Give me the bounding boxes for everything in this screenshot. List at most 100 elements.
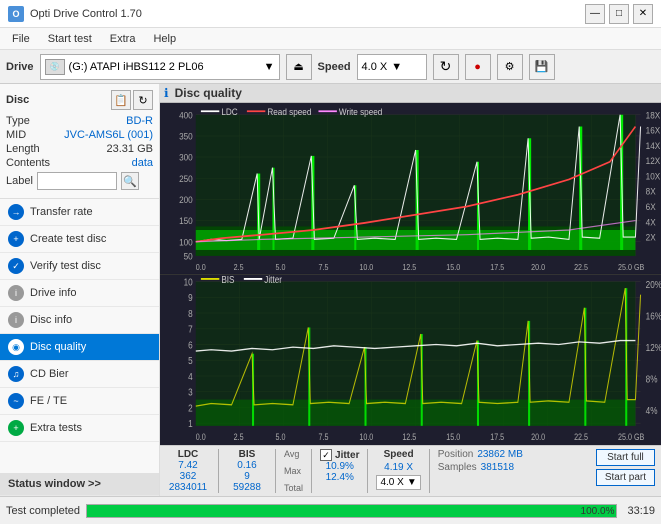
create-test-disc-icon: + [8, 231, 24, 247]
bis-header: BIS [239, 449, 256, 460]
status-window-button[interactable]: Status window >> [0, 473, 159, 496]
svg-text:16X: 16X [646, 125, 661, 136]
speed-label: Speed [318, 61, 351, 73]
svg-text:22.5: 22.5 [574, 263, 588, 273]
panel-header: ℹ Disc quality [160, 84, 661, 103]
app-icon: O [8, 6, 24, 22]
disc-copy-icon[interactable]: 📋 [111, 90, 131, 110]
fe-te-icon: ~ [8, 393, 24, 409]
svg-text:6: 6 [188, 338, 193, 350]
speed-stat-selector[interactable]: 4.0 X ▼ [376, 475, 420, 490]
svg-text:16%: 16% [646, 309, 661, 321]
transfer-rate-label: Transfer rate [30, 206, 93, 218]
jitter-checkbox[interactable]: ✓ [320, 449, 332, 461]
verify-test-disc-label: Verify test disc [30, 260, 101, 272]
svg-text:8%: 8% [646, 372, 658, 384]
speed-dropdown-arrow: ▼ [391, 61, 402, 73]
svg-text:10.0: 10.0 [359, 263, 373, 273]
menu-help[interactable]: Help [145, 31, 184, 47]
ldc-chart-svg: 400 350 300 250 200 150 100 50 18X 16X 1… [160, 103, 661, 274]
sidebar-item-transfer-rate[interactable]: → Transfer rate [0, 199, 159, 226]
disc-button[interactable]: ● [465, 54, 491, 80]
sidebar-item-disc-quality[interactable]: ◉ Disc quality [0, 334, 159, 361]
svg-text:9: 9 [188, 291, 193, 303]
drive-selector[interactable]: 💿 (G:) ATAPI iHBS112 2 PL06 ▼ [40, 54, 280, 80]
disc-label-edit-button[interactable]: 🔍 [121, 172, 139, 190]
svg-text:20%: 20% [646, 278, 661, 290]
menu-file[interactable]: File [4, 31, 38, 47]
extra-tests-label: Extra tests [30, 422, 82, 434]
ldc-avg: 7.42 [178, 460, 197, 471]
svg-text:20.0: 20.0 [531, 432, 545, 442]
start-part-button[interactable]: Start part [596, 469, 655, 486]
title-bar-left: O Opti Drive Control 1.70 [8, 6, 142, 22]
svg-text:25.0 GB: 25.0 GB [618, 263, 644, 273]
refresh-button[interactable]: ↻ [433, 54, 459, 80]
svg-text:1: 1 [188, 417, 193, 429]
disc-label-input[interactable] [37, 172, 117, 190]
save-button[interactable]: 💾 [529, 54, 555, 80]
sidebar-item-verify-test-disc[interactable]: ✓ Verify test disc [0, 253, 159, 280]
ldc-max: 362 [180, 471, 197, 482]
drive-dropdown-arrow: ▼ [264, 61, 275, 73]
bis-stats: BIS 0.16 9 59288 [227, 449, 267, 493]
svg-text:100: 100 [179, 237, 193, 248]
menu-start-test[interactable]: Start test [40, 31, 100, 47]
speed-selector[interactable]: 4.0 X ▼ [357, 54, 427, 80]
divider4 [367, 449, 368, 493]
divider1 [218, 449, 219, 493]
disc-label-row: Label 🔍 [6, 170, 153, 192]
minimize-button[interactable]: — [585, 4, 605, 24]
disc-panel-header: Disc 📋 ↻ [6, 90, 153, 110]
svg-text:20.0: 20.0 [531, 263, 545, 273]
menu-extra[interactable]: Extra [102, 31, 144, 47]
divider5 [429, 449, 430, 493]
menu-bar: File Start test Extra Help [0, 28, 661, 50]
close-button[interactable]: ✕ [633, 4, 653, 24]
progress-fill [87, 505, 616, 517]
svg-text:200: 200 [179, 194, 193, 205]
disc-contents-row: Contents data [6, 156, 153, 170]
svg-text:2.5: 2.5 [234, 263, 244, 273]
bis-total: 59288 [233, 482, 261, 493]
sidebar-item-create-test-disc[interactable]: + Create test disc [0, 226, 159, 253]
sidebar-item-disc-info[interactable]: i Disc info [0, 307, 159, 334]
disc-info-icon: i [8, 312, 24, 328]
svg-text:4: 4 [188, 369, 193, 381]
eject-button[interactable]: ⏏ [286, 54, 312, 80]
speed-stats: Speed 4.19 X 4.0 X ▼ [376, 449, 420, 493]
svg-text:7: 7 [188, 322, 193, 334]
disc-length-label: Length [6, 143, 40, 155]
drive-disc-icon: 💿 [45, 59, 65, 75]
disc-panel-title: Disc [6, 94, 29, 106]
sidebar-item-extra-tests[interactable]: + Extra tests [0, 415, 159, 442]
time-display: 33:19 [627, 505, 655, 517]
sidebar-item-drive-info[interactable]: i Drive info [0, 280, 159, 307]
bis-avg: 0.16 [237, 460, 256, 471]
svg-text:25.0 GB: 25.0 GB [618, 432, 645, 442]
stats-labels: Avg Max Total [284, 449, 303, 493]
verify-test-disc-icon: ✓ [8, 258, 24, 274]
settings-button[interactable]: ⚙ [497, 54, 523, 80]
sidebar-item-cd-bier[interactable]: ♫ CD Bier [0, 361, 159, 388]
position-val: 23862 MB [477, 449, 523, 460]
ldc-chart: 400 350 300 250 200 150 100 50 18X 16X 1… [160, 103, 661, 275]
start-full-button[interactable]: Start full [596, 449, 655, 466]
svg-text:5.0: 5.0 [276, 263, 286, 273]
maximize-button[interactable]: □ [609, 4, 629, 24]
svg-text:10X: 10X [646, 171, 661, 182]
disc-quality-label: Disc quality [30, 341, 86, 353]
panel-title: Disc quality [175, 86, 242, 100]
transfer-rate-icon: → [8, 204, 24, 220]
status-text: Test completed [6, 505, 80, 517]
content-area: ℹ Disc quality [160, 84, 661, 496]
disc-mid-label: MID [6, 129, 26, 141]
status-window-label: Status window >> [8, 478, 101, 490]
sidebar-item-fe-te[interactable]: ~ FE / TE [0, 388, 159, 415]
svg-text:BIS: BIS [221, 275, 234, 285]
svg-text:6X: 6X [646, 201, 656, 212]
disc-refresh-icon[interactable]: ↻ [133, 90, 153, 110]
bis-chart-svg: 10 9 8 7 6 5 4 3 2 1 20% 16% 12% 8% 4% [160, 275, 661, 446]
svg-text:15.0: 15.0 [446, 263, 460, 273]
main-area: Disc 📋 ↻ Type BD-R MID JVC-AMS6L (001) L… [0, 84, 661, 496]
